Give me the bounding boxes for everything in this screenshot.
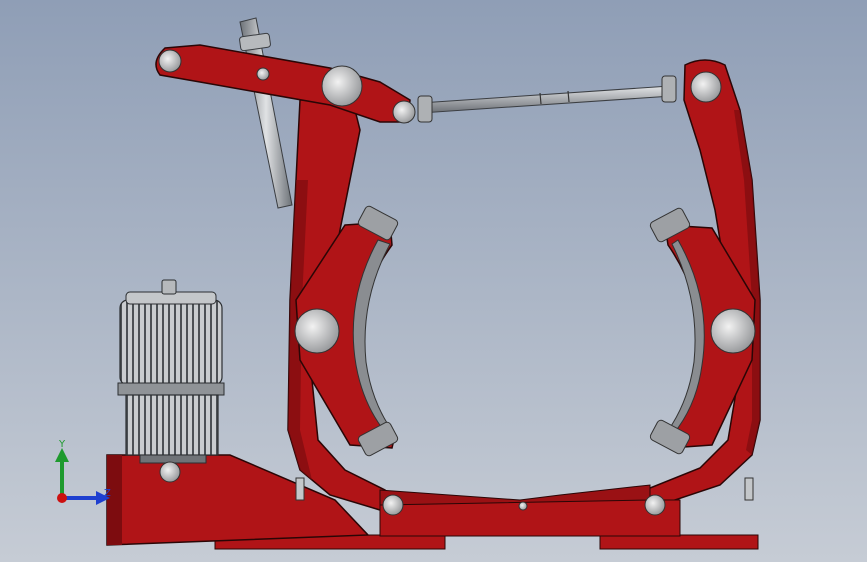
pin-left-shoe	[294, 308, 340, 354]
pin-right-arm-top	[690, 71, 722, 103]
pin-left-bottom	[382, 494, 404, 516]
y-axis-label: Y	[58, 440, 66, 450]
cad-viewport[interactable]: Y Z	[0, 0, 867, 562]
pin-center	[518, 501, 528, 511]
pin-lever-main	[321, 65, 363, 107]
origin-dot	[57, 493, 67, 503]
pin-lever-left	[158, 49, 182, 73]
z-axis-label: Z	[104, 488, 111, 499]
y-axis-arrow	[55, 448, 69, 462]
model-view[interactable]	[0, 0, 867, 562]
pin-right-shoe	[710, 308, 756, 354]
thruster-motor[interactable]	[117, 279, 225, 464]
axis-triad: Y Z	[55, 440, 111, 505]
pin-right-bottom	[644, 494, 666, 516]
pin-lever-right	[392, 100, 416, 124]
pin-thruster-base	[159, 461, 181, 483]
pin-lever-small	[256, 67, 270, 81]
